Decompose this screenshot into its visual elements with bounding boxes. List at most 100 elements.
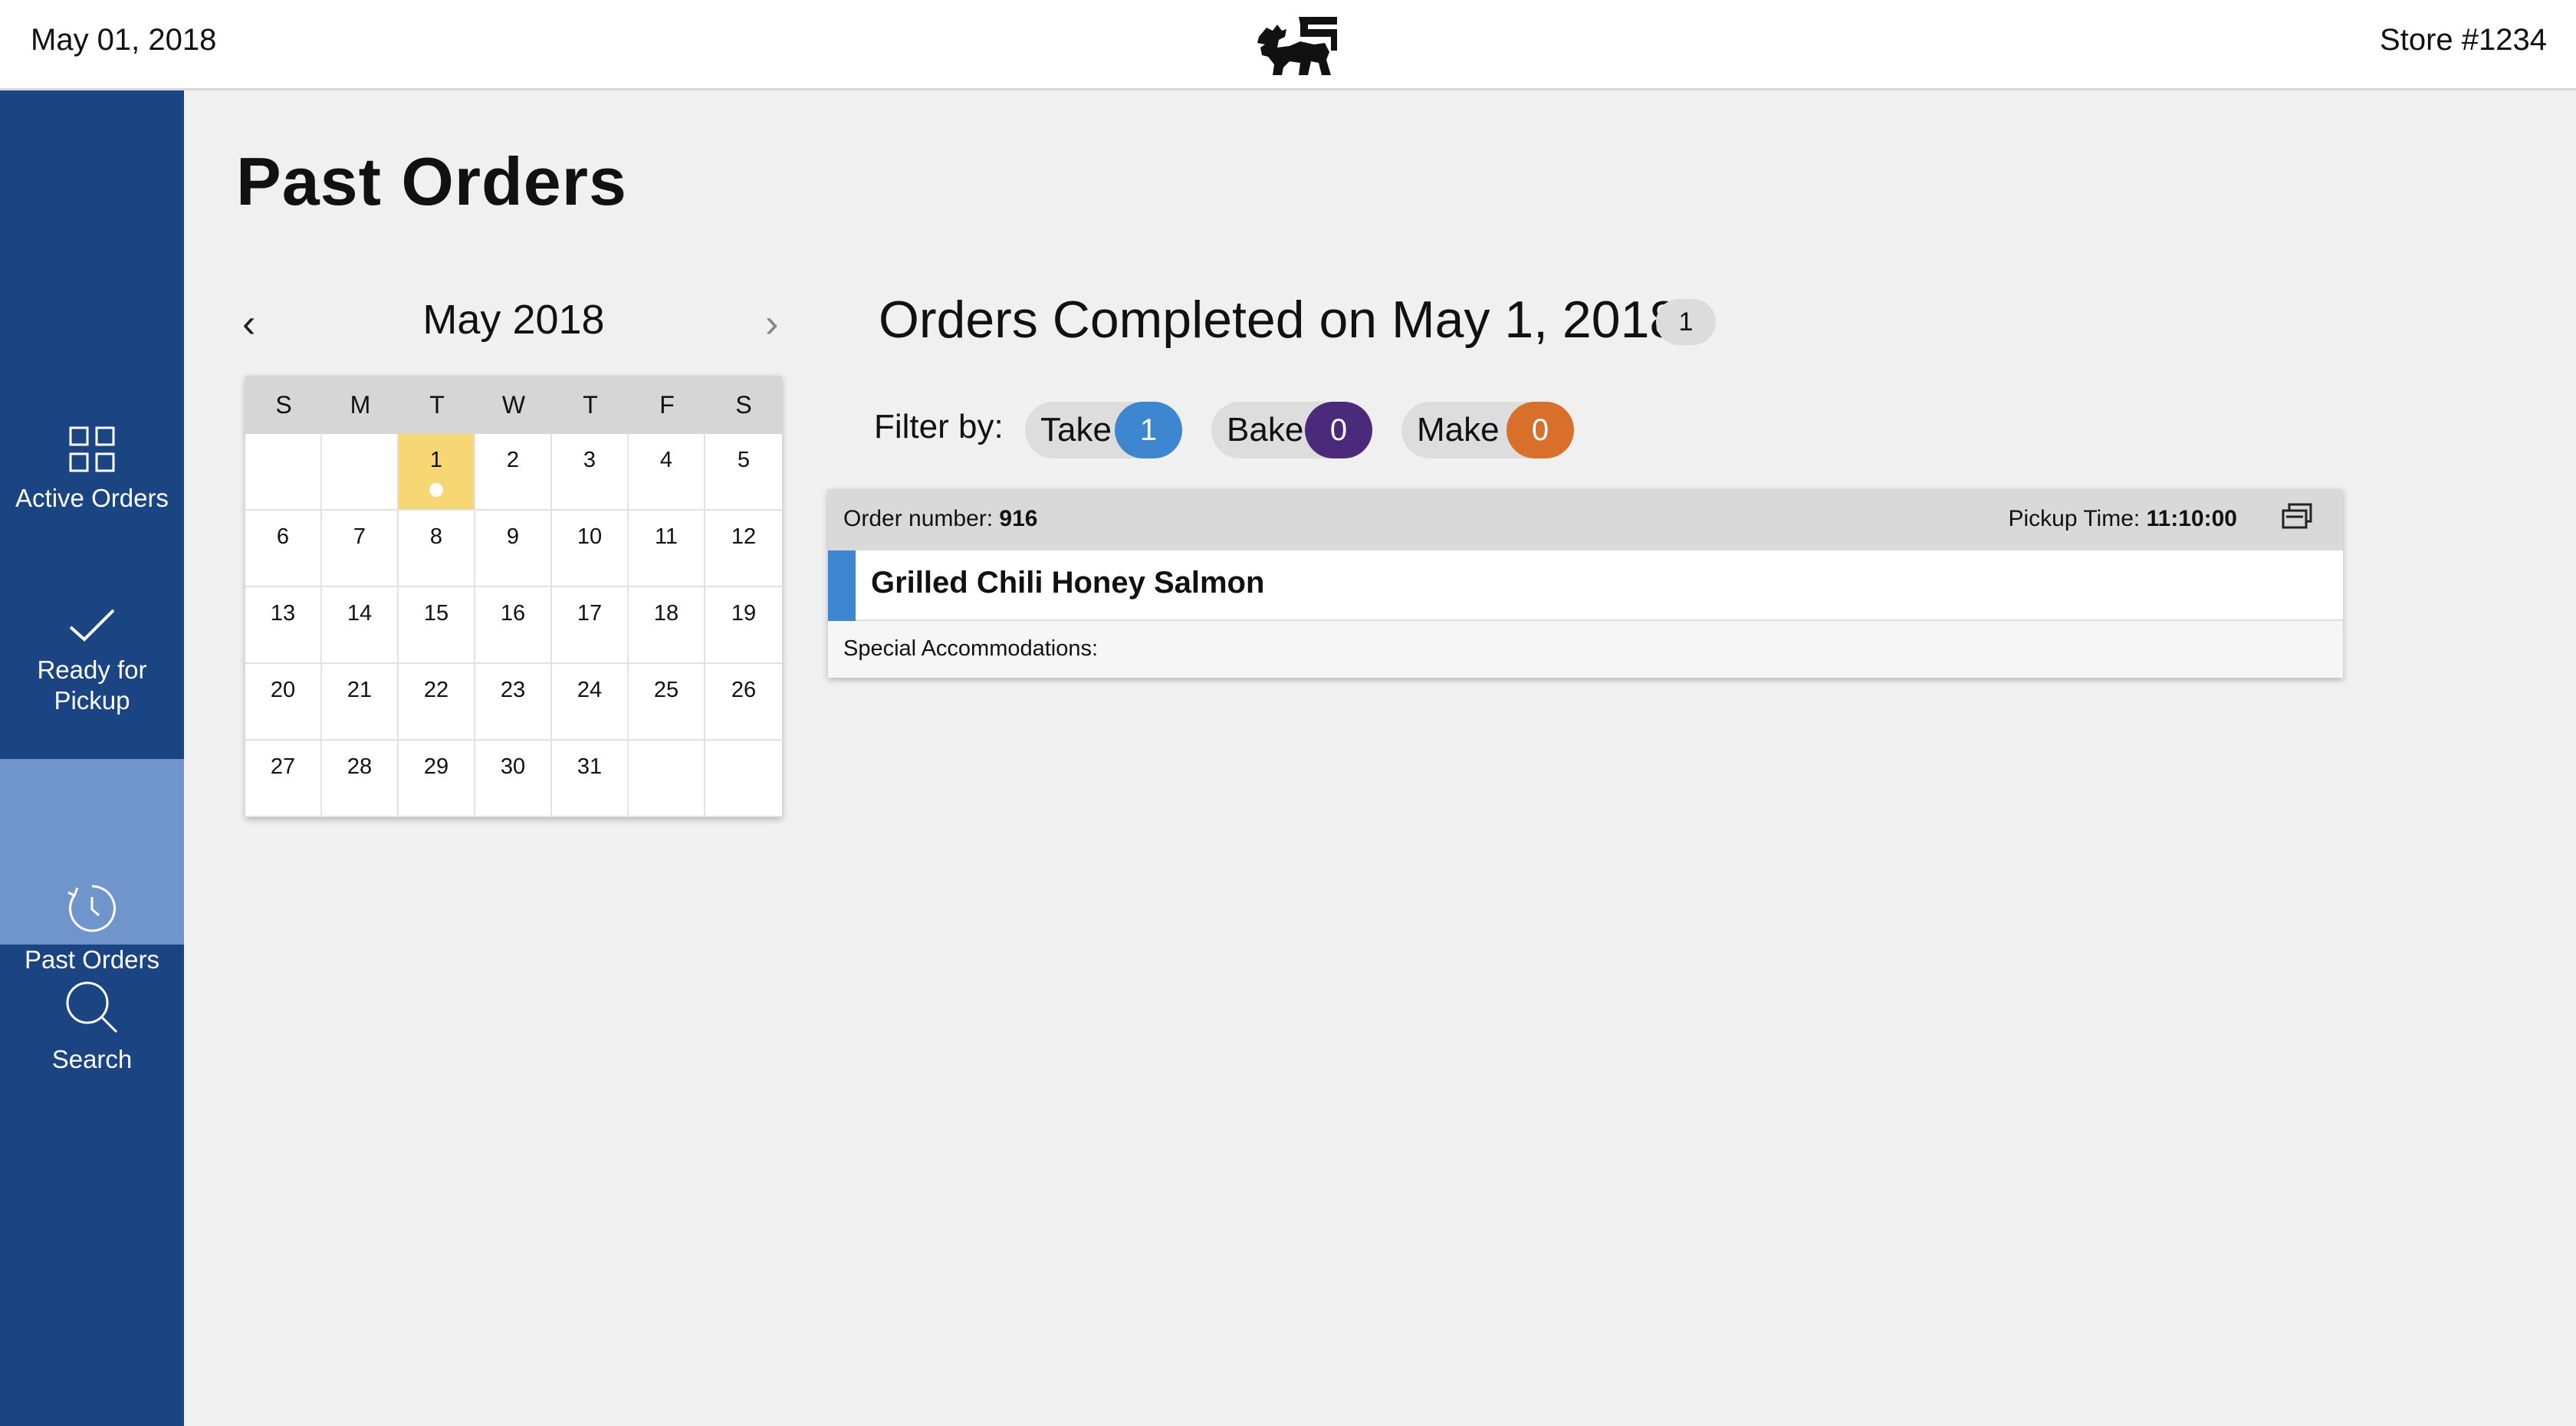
order-number: Order number: 916 bbox=[843, 506, 1037, 532]
calendar-day-number: 11 bbox=[654, 524, 678, 549]
calendar-day-number: 13 bbox=[270, 601, 296, 626]
special-accommodations: Special Accommodations: bbox=[843, 636, 1099, 661]
calendar-day-number: 7 bbox=[353, 524, 366, 549]
pickup-time-label: Pickup Time: bbox=[2008, 506, 2141, 531]
calendar-day-number: 15 bbox=[423, 601, 449, 626]
order-item-name: Grilled Chili Honey Salmon bbox=[871, 566, 1265, 600]
nav-past-orders-content: Past Orders bbox=[0, 882, 184, 975]
calendar-day-number: 23 bbox=[500, 678, 526, 702]
calendar-day[interactable]: 26 bbox=[705, 664, 782, 741]
weekday-label: M bbox=[350, 391, 371, 419]
filter-bake-count: 0 bbox=[1305, 402, 1372, 458]
calendar-day[interactable]: 18 bbox=[629, 587, 705, 664]
grid-icon bbox=[69, 426, 115, 472]
nav-label-search: Search bbox=[51, 1045, 133, 1073]
calendar-day[interactable]: 21 bbox=[322, 664, 399, 741]
calendar-day[interactable]: 6 bbox=[245, 511, 322, 587]
calendar-day[interactable]: 20 bbox=[245, 664, 322, 741]
calendar-day-number: 14 bbox=[347, 601, 373, 626]
order-pickup-time: Pickup Time: 11:10:00 bbox=[2008, 506, 2237, 532]
calendar-day[interactable]: 11 bbox=[629, 511, 705, 587]
nav-search[interactable]: Search bbox=[0, 980, 184, 1075]
calendar-day-number: 29 bbox=[423, 754, 449, 779]
calendar-empty-cell bbox=[322, 434, 399, 511]
calendar-day[interactable]: 8 bbox=[399, 511, 475, 587]
calendar-day[interactable]: 2 bbox=[475, 434, 552, 511]
calendar-day[interactable]: 19 bbox=[705, 587, 782, 664]
history-icon bbox=[67, 885, 116, 932]
calendar-day[interactable]: 25 bbox=[629, 664, 705, 741]
weekday-label: F bbox=[659, 391, 675, 419]
filter-label: Filter by: bbox=[874, 408, 1004, 445]
calendar-day[interactable]: 13 bbox=[245, 587, 322, 664]
calendar-day[interactable]: 4 bbox=[629, 434, 705, 511]
calendar-day[interactable]: 1 bbox=[399, 434, 475, 511]
calendar-day[interactable]: 17 bbox=[552, 587, 629, 664]
weekday-label: S bbox=[275, 391, 292, 419]
calendar-day[interactable]: 31 bbox=[552, 741, 629, 817]
nav-ready-for-pickup[interactable]: Ready for Pickup bbox=[0, 606, 184, 716]
nav-label-past-orders: Past Orders bbox=[24, 945, 160, 974]
calendar-day-number: 21 bbox=[347, 678, 373, 702]
calendar-month-label: May 2018 bbox=[422, 297, 605, 343]
filter-take-button[interactable]: Take 1 bbox=[1025, 402, 1182, 458]
calendar-empty-cell bbox=[629, 741, 705, 817]
current-date: May 01, 2018 bbox=[31, 23, 217, 57]
calendar-day[interactable]: 27 bbox=[245, 741, 322, 817]
calendar-day[interactable]: 24 bbox=[552, 664, 629, 741]
calendar-day-number: 2 bbox=[506, 448, 520, 472]
calendar-day[interactable]: 10 bbox=[552, 511, 629, 587]
calendar-day-number: 1 bbox=[429, 448, 443, 472]
nav-active-orders[interactable]: Active Orders bbox=[0, 425, 184, 514]
pickup-time-value: 11:10:00 bbox=[2146, 506, 2237, 531]
filter-make-label: Make bbox=[1417, 411, 1500, 449]
print-icon[interactable] bbox=[2280, 501, 2314, 532]
calendar-day-number: 31 bbox=[577, 754, 603, 779]
order-type-indicator bbox=[828, 550, 856, 621]
calendar-day-number: 26 bbox=[731, 678, 757, 702]
order-number-value: 916 bbox=[999, 506, 1038, 531]
weekday-label: S bbox=[735, 391, 752, 419]
calendar-day[interactable]: 12 bbox=[705, 511, 782, 587]
orders-count-badge: 1 bbox=[1656, 299, 1716, 345]
calendar-next-button[interactable]: › bbox=[765, 301, 778, 347]
calendar-day-number: 18 bbox=[653, 601, 679, 626]
calendar-day-number: 4 bbox=[659, 448, 673, 472]
lion-logo-icon bbox=[1257, 17, 1337, 75]
top-bar: May 01, 2018 Store #1234 bbox=[0, 0, 2576, 90]
store-number: Store #1234 bbox=[2380, 23, 2547, 57]
calendar-day-number: 17 bbox=[577, 601, 603, 626]
filter-take-count: 1 bbox=[1115, 402, 1182, 458]
calendar-day[interactable]: 23 bbox=[475, 664, 552, 741]
calendar-day-number: 10 bbox=[577, 524, 603, 549]
calendar-day[interactable]: 14 bbox=[322, 587, 399, 664]
calendar-day[interactable]: 30 bbox=[475, 741, 552, 817]
calendar-day[interactable]: 15 bbox=[399, 587, 475, 664]
calendar-weekdays: S M T W T F S bbox=[245, 376, 782, 434]
calendar-day-number: 19 bbox=[731, 601, 757, 626]
page-title: Past Orders bbox=[236, 143, 627, 219]
sidebar: Active Orders Ready for Pickup Past Orde… bbox=[0, 90, 184, 1426]
calendar-day-number: 25 bbox=[653, 678, 679, 702]
calendar-day-number: 9 bbox=[506, 524, 520, 549]
nav-label-ready-for-pickup: Ready for Pickup bbox=[37, 656, 147, 715]
order-card[interactable]: Order number: 916 Pickup Time: 11:10:00 … bbox=[828, 489, 2343, 678]
calendar-day[interactable]: 29 bbox=[399, 741, 475, 817]
calendar-day[interactable]: 28 bbox=[322, 741, 399, 817]
filter-bake-label: Bake bbox=[1227, 411, 1304, 449]
filter-make-button[interactable]: Make 0 bbox=[1401, 402, 1574, 458]
filter-make-count: 0 bbox=[1506, 402, 1574, 458]
calendar-day[interactable]: 9 bbox=[475, 511, 552, 587]
calendar-day-number: 24 bbox=[577, 678, 603, 702]
checkmark-icon bbox=[69, 609, 115, 642]
calendar-day[interactable]: 7 bbox=[322, 511, 399, 587]
calendar-day[interactable]: 16 bbox=[475, 587, 552, 664]
filter-bake-button[interactable]: Bake 0 bbox=[1211, 402, 1372, 458]
calendar-day[interactable]: 22 bbox=[399, 664, 475, 741]
calendar-day[interactable]: 5 bbox=[705, 434, 782, 511]
weekday-label: T bbox=[583, 391, 598, 419]
calendar-day[interactable]: 3 bbox=[552, 434, 629, 511]
calendar-empty-cell bbox=[245, 434, 322, 511]
calendar-day-number: 20 bbox=[270, 678, 296, 702]
calendar-day-number: 8 bbox=[429, 524, 443, 549]
